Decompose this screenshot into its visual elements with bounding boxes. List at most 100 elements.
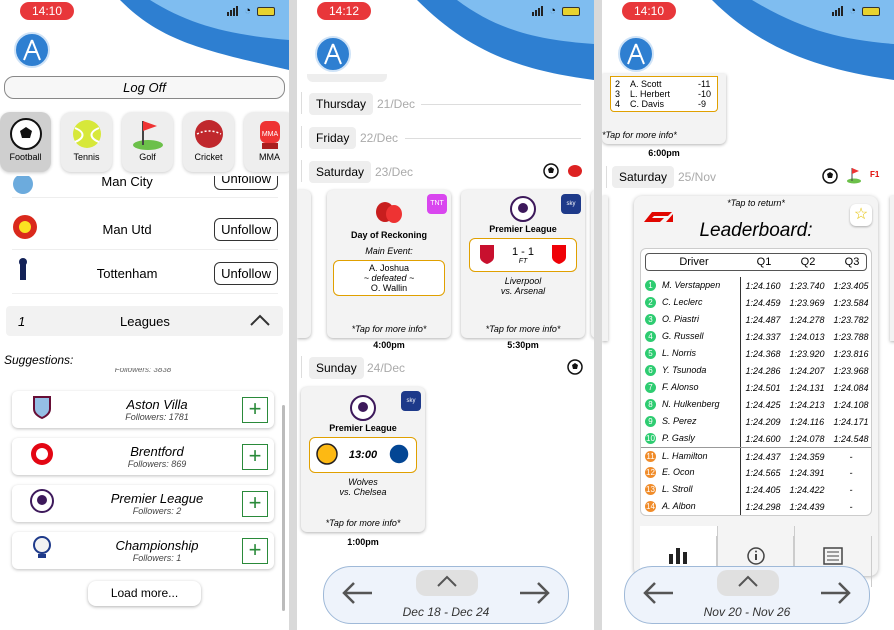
match-card-football[interactable]: sky Premier League 1 - 1 FT Liverpool vs.… <box>461 190 585 338</box>
competition-title: Premier League <box>329 423 397 433</box>
q1-time: 1:24.405 <box>745 484 781 495</box>
logoff-button[interactable]: Log Off <box>4 76 285 99</box>
q2-time: 1:23.969 <box>789 297 825 308</box>
driver-name: M. Verstappen <box>659 277 741 294</box>
day-pill[interactable]: Saturday <box>612 166 675 188</box>
q3-time: - <box>849 451 853 462</box>
q1-time: 1:24.487 <box>745 314 781 325</box>
driver-name: E. Ocon <box>659 464 741 481</box>
q2-time: 1:23.740 <box>789 280 825 291</box>
position-badge: 6 <box>645 365 656 376</box>
status-icons: ◔ <box>227 5 275 17</box>
unfollow-button[interactable]: Unfollow <box>214 176 278 190</box>
q1-time: 1:24.565 <box>745 467 781 478</box>
unfollow-button[interactable]: Unfollow <box>214 262 278 285</box>
suggestion-card[interactable]: Brentford Followers: 869 + <box>12 438 274 475</box>
man-utd-crest-icon <box>12 214 40 245</box>
leaderboard-screen: 14:10 ◔ 2 A. Scott -11 3 L. Herbert -10 4 C. … <box>602 0 894 630</box>
match-time: 5:30pm <box>507 340 539 350</box>
q1-time: 1:24.286 <box>745 365 781 376</box>
app-logo[interactable] <box>14 32 50 68</box>
q3-time: 1:23.968 <box>833 365 869 376</box>
leaderboard-rows: 1 M. Verstappen 1:24.160 1:23.740 1:23.405 2 C… <box>641 277 871 515</box>
sport-mma[interactable]: MMA MMA <box>244 112 289 172</box>
golf-flag-icon <box>846 166 862 189</box>
position-badge: 13 <box>645 484 656 495</box>
table-row: 12 E. Ocon 1:24.565 1:24.391 - <box>641 464 871 481</box>
tap-info: *Tap for more info* <box>325 518 401 528</box>
app-logo[interactable] <box>315 36 351 72</box>
day-pill[interactable]: Sunday <box>309 357 364 379</box>
leagues-label: Leagues <box>120 313 170 329</box>
q2-time: 1:24.391 <box>789 467 825 478</box>
day-pill[interactable]: Friday <box>309 127 357 149</box>
unfollow-button[interactable]: Unfollow <box>214 218 278 241</box>
suggestion-card[interactable]: Championship Followers: 1 + <box>12 532 274 569</box>
position-badge: 5 <box>645 348 656 359</box>
sky-sports-icon: sky <box>561 194 581 214</box>
fighter-2: O. Wallin <box>370 283 408 293</box>
table-row: 7 F. Alonso 1:24.501 1:24.131 1:24.084 <box>641 379 871 396</box>
position-badge: 7 <box>645 382 656 393</box>
sport-label: MMA <box>259 152 280 162</box>
team-away: vs. Chelsea <box>339 487 387 497</box>
position-badge: 10 <box>645 433 656 444</box>
tap-info: *Tap for more info* <box>602 130 677 140</box>
table-row: 11 L. Hamilton 1:24.437 1:24.359 - <box>641 447 871 465</box>
driver-name: P. Gasly <box>659 430 741 447</box>
q2-time: 1:24.078 <box>789 433 825 444</box>
day-pill[interactable]: Saturday <box>309 161 372 183</box>
follow-plus-button[interactable]: + <box>242 490 268 517</box>
table-header: Driver Q1 Q2 Q3 <box>645 253 867 271</box>
q2-time: 1:24.207 <box>789 365 825 376</box>
table-row: 14 A. Albon 1:24.298 1:24.439 - <box>641 498 871 515</box>
f1-leaderboard-card[interactable]: *Tap to return* ☆ Leaderboard: Driver Q1… <box>634 196 878 587</box>
championship-icon <box>12 535 72 566</box>
sport-label: Tennis <box>73 152 100 162</box>
day-line <box>606 166 607 188</box>
driver-name: L. Hamilton <box>659 448 741 465</box>
driver-name: C. Leclerc <box>659 294 741 311</box>
sport-selector: Football Tennis Golf Cricket MMA MMA <box>0 112 289 172</box>
sport-football[interactable]: Football <box>0 112 51 172</box>
q1-time: 1:24.298 <box>745 501 781 512</box>
sport-tennis[interactable]: Tennis <box>61 112 112 172</box>
follow-plus-button[interactable]: + <box>242 443 268 470</box>
q3-time: 1:24.548 <box>833 433 869 444</box>
golf-card-partial[interactable]: 2 A. Scott -11 3 L. Herbert -10 4 C. Davis -9 … <box>602 74 726 144</box>
sport-cricket[interactable]: Cricket <box>183 112 234 172</box>
follow-plus-button[interactable]: + <box>242 396 268 423</box>
match-card-football[interactable]: sky Premier League 13:00 Wolves vs. Chel… <box>301 387 425 532</box>
expand-button[interactable] <box>416 570 478 596</box>
boxing-glove-icon <box>567 163 583 184</box>
team-name: Man City <box>101 176 153 189</box>
suggestion-card[interactable]: Aston Villa Followers: 1781 + <box>12 391 274 428</box>
expand-button[interactable] <box>717 570 779 596</box>
follow-plus-button[interactable]: + <box>242 537 268 564</box>
status-icons: ◔ <box>532 5 580 17</box>
load-more-button[interactable]: Load more... <box>88 581 201 606</box>
arsenal-crest-icon <box>550 243 568 268</box>
app-logo[interactable] <box>618 36 654 72</box>
match-card-boxing[interactable]: TNT Day of Reckoning Main Event: A. Josh… <box>327 190 451 338</box>
suggestion-followers: Followers: 869 <box>127 459 187 469</box>
driver-name: A. Albon <box>659 498 741 515</box>
q3-time: 1:24.084 <box>833 382 869 393</box>
event-title: Day of Reckoning <box>350 230 427 240</box>
position-badge: 11 <box>645 451 656 462</box>
day-pill[interactable]: Thursday <box>309 93 374 115</box>
q3-time: 1:23.788 <box>833 331 869 342</box>
scrollbar[interactable] <box>282 405 285 611</box>
status-time: 14:10 <box>622 2 677 20</box>
driver-name: O. Piastri <box>659 311 741 328</box>
leaderboard-table: Driver Q1 Q2 Q3 1 M. Verstappen 1:24.160 1:… <box>640 248 872 516</box>
driver-name: F. Alonso <box>659 379 741 396</box>
chelsea-crest-icon <box>388 442 411 468</box>
chevron-up-icon <box>249 313 283 330</box>
football-icon <box>822 168 838 189</box>
sport-golf[interactable]: Golf <box>122 112 173 172</box>
suggestion-card[interactable]: Premier League Followers: 2 + <box>12 485 274 522</box>
week-navigator: Dec 18 - Dec 24 <box>323 566 569 624</box>
week-range: Nov 20 - Nov 26 <box>703 605 791 619</box>
leagues-toggle[interactable]: 1 Leagues <box>6 306 283 336</box>
